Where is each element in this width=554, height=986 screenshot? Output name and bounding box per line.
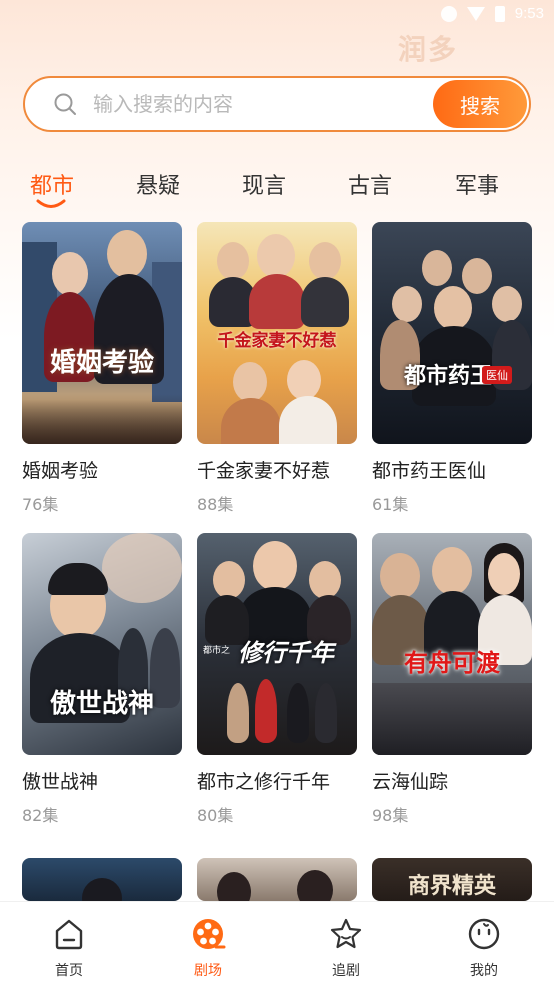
poster-title-text: 商界精英 xyxy=(407,873,496,899)
category-tabs: 都市 悬疑 现言 古言 军事 xyxy=(0,162,554,212)
drama-title[interactable]: 都市药王医仙 xyxy=(372,456,532,483)
poster-title-text: 修行千年 xyxy=(238,638,334,667)
search-button[interactable]: 搜索 xyxy=(433,80,527,128)
nav-theater[interactable]: 剧场 xyxy=(168,916,248,980)
drama-poster[interactable]: 婚姻考验 xyxy=(22,222,182,444)
episode-count: 76集 xyxy=(22,495,59,514)
drama-poster-partial[interactable] xyxy=(197,858,357,901)
tab-xuanyi[interactable]: 悬疑 xyxy=(136,168,180,200)
tab-xianyan[interactable]: 现言 xyxy=(242,168,286,200)
poster-badge: 医仙 xyxy=(482,366,512,384)
drama-poster[interactable]: 千金家妻不好惹 xyxy=(197,222,357,444)
nav-label: 追剧 xyxy=(332,963,360,979)
nav-home[interactable]: 首页 xyxy=(29,916,109,980)
drama-title[interactable]: 云海仙踪 xyxy=(372,767,532,794)
drama-card[interactable]: 有舟可渡 云海仙踪 98集 xyxy=(372,533,532,826)
tab-junshi[interactable]: 军事 xyxy=(455,168,499,200)
drama-card[interactable]: 婚姻考验 婚姻考验 76集 xyxy=(22,222,182,515)
nav-follow[interactable]: 追剧 xyxy=(306,916,386,980)
bottom-navigation: 首页 剧场 追剧 我的 xyxy=(0,901,554,986)
search-icon xyxy=(54,93,76,115)
status-time: 9:53 xyxy=(514,5,544,22)
wifi-icon xyxy=(466,6,485,21)
drama-poster[interactable]: 都市之 修行千年 xyxy=(197,533,357,755)
search-input[interactable] xyxy=(93,86,423,122)
poster-title-text: 有舟可渡 xyxy=(404,648,500,677)
drama-card[interactable]: 傲世战神 傲世战神 82集 xyxy=(22,533,182,826)
drama-title[interactable]: 都市之修行千年 xyxy=(197,767,357,794)
tab-guyan[interactable]: 古言 xyxy=(348,168,392,200)
film-reel-icon xyxy=(193,919,226,949)
tab-active-indicator xyxy=(36,199,66,208)
episode-count: 61集 xyxy=(372,495,409,514)
drama-poster[interactable]: 有舟可渡 xyxy=(372,533,532,755)
poster-title-text: 傲世战神 xyxy=(49,689,154,719)
smile-face-icon xyxy=(468,918,500,950)
drama-title[interactable]: 千金家妻不好惹 xyxy=(197,456,357,483)
star-icon xyxy=(330,918,362,949)
nav-profile[interactable]: 我的 xyxy=(444,916,524,980)
drama-card[interactable]: 都市之 修行千年 都市之修行千年 80集 xyxy=(197,533,357,826)
drama-poster-partial[interactable] xyxy=(22,858,182,901)
nav-label: 剧场 xyxy=(194,963,222,979)
drama-card[interactable]: 都市药王 医仙 都市药王医仙 61集 xyxy=(372,222,532,515)
episode-count: 88集 xyxy=(197,495,234,514)
search-bar[interactable]: 搜索 xyxy=(23,76,531,132)
episode-count: 82集 xyxy=(22,806,59,825)
drama-title[interactable]: 婚姻考验 xyxy=(22,456,182,483)
drama-poster-partial[interactable]: 商界精英 xyxy=(372,858,532,901)
episode-count: 98集 xyxy=(372,806,409,825)
notification-icon xyxy=(440,5,457,22)
drama-poster[interactable]: 都市药王 医仙 xyxy=(372,222,532,444)
status-bar: 9:53 xyxy=(0,0,554,30)
nav-label: 首页 xyxy=(55,963,83,979)
drama-title[interactable]: 傲世战神 xyxy=(22,767,182,794)
episode-count: 80集 xyxy=(197,806,234,825)
nav-label: 我的 xyxy=(470,963,498,979)
drama-poster[interactable]: 傲世战神 xyxy=(22,533,182,755)
battery-icon xyxy=(494,5,505,22)
poster-title-text: 千金家妻不好惹 xyxy=(217,331,337,351)
tab-dushi[interactable]: 都市 xyxy=(30,168,74,200)
poster-title-text: 婚姻考验 xyxy=(49,348,154,378)
header-decoration: 润多 xyxy=(398,33,459,66)
drama-card[interactable]: 千金家妻不好惹 千金家妻不好惹 88集 xyxy=(197,222,357,515)
home-icon xyxy=(55,919,83,950)
